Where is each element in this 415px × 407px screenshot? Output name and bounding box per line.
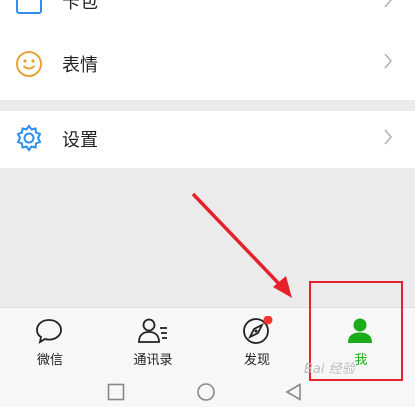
recent-apps-square-icon[interactable] xyxy=(107,383,125,405)
tab-discover-label: 发现 xyxy=(243,353,270,368)
tab-contacts-label: 通讯录 xyxy=(133,353,173,368)
tab-discover[interactable]: 发现 xyxy=(207,308,307,378)
home-circle-icon[interactable] xyxy=(196,383,216,407)
chat-bubble-icon xyxy=(34,316,64,350)
contacts-icon xyxy=(137,316,169,350)
tab-chats[interactable]: 微信 xyxy=(0,308,100,378)
compass-icon xyxy=(241,315,273,350)
tab-contacts[interactable]: 通讯录 xyxy=(103,308,203,378)
tab-chats-label: 微信 xyxy=(36,353,63,368)
back-triangle-icon[interactable] xyxy=(285,383,303,405)
system-navigation-bar xyxy=(0,378,415,407)
watermark: Bai 经验 xyxy=(304,362,355,377)
